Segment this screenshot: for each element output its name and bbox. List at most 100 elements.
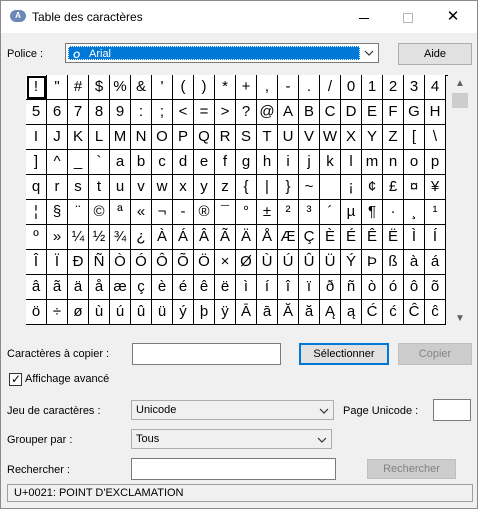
- unicode-page-input[interactable]: [433, 399, 471, 421]
- character-cell[interactable]: o: [404, 150, 425, 175]
- character-cell[interactable]: ¾: [110, 225, 131, 250]
- character-cell[interactable]: ĉ: [425, 300, 446, 325]
- character-cell[interactable]: ¢: [362, 175, 383, 200]
- character-cell[interactable]: ×: [215, 250, 236, 275]
- character-cell[interactable]: è: [152, 275, 173, 300]
- character-cell[interactable]: r: [47, 175, 68, 200]
- scroll-up-icon[interactable]: ▲: [451, 75, 469, 92]
- character-cell[interactable]: [: [404, 125, 425, 150]
- character-cell[interactable]: Ă: [278, 300, 299, 325]
- character-cell[interactable]: Ô: [152, 250, 173, 275]
- character-cell[interactable]: ¤: [404, 175, 425, 200]
- character-cell[interactable]: ÿ: [215, 300, 236, 325]
- character-cell[interactable]: [320, 175, 341, 200]
- character-cell[interactable]: ©: [89, 200, 110, 225]
- character-cell[interactable]: æ: [110, 275, 131, 300]
- character-cell[interactable]: m: [362, 150, 383, 175]
- character-cell[interactable]: ā: [257, 300, 278, 325]
- character-cell[interactable]: L: [89, 125, 110, 150]
- character-cell[interactable]: Ý: [341, 250, 362, 275]
- character-cell[interactable]: %: [110, 75, 131, 100]
- character-cell[interactable]: u: [110, 175, 131, 200]
- character-cell[interactable]: Ò: [110, 250, 131, 275]
- character-cell[interactable]: Í: [425, 225, 446, 250]
- character-cell[interactable]: Ó: [131, 250, 152, 275]
- character-cell[interactable]: 8: [89, 100, 110, 125]
- character-cell[interactable]: ´: [320, 200, 341, 225]
- character-cell[interactable]: Ú: [278, 250, 299, 275]
- character-cell[interactable]: \: [425, 125, 446, 150]
- character-cell[interactable]: ö: [26, 300, 47, 325]
- character-cell[interactable]: ~: [299, 175, 320, 200]
- character-cell[interactable]: ¨: [68, 200, 89, 225]
- character-cell[interactable]: Á: [173, 225, 194, 250]
- character-cell[interactable]: 4: [425, 75, 446, 100]
- character-cell[interactable]: T: [257, 125, 278, 150]
- character-cell[interactable]: v: [131, 175, 152, 200]
- character-cell[interactable]: ê: [194, 275, 215, 300]
- character-cell[interactable]: ^: [47, 150, 68, 175]
- character-cell[interactable]: ¦: [26, 200, 47, 225]
- character-cell[interactable]: à: [404, 250, 425, 275]
- character-cell[interactable]: C: [320, 100, 341, 125]
- character-cell[interactable]: ç: [131, 275, 152, 300]
- character-cell[interactable]: f: [215, 150, 236, 175]
- character-cell[interactable]: J: [47, 125, 68, 150]
- character-cell[interactable]: í: [257, 275, 278, 300]
- character-cell[interactable]: ć: [383, 300, 404, 325]
- character-cell[interactable]: þ: [194, 300, 215, 325]
- chevron-down-icon[interactable]: [316, 434, 328, 446]
- character-grid[interactable]: ! " # $% & '() * +, -./0 1 2 3 4 5 6 7 8 9:; < = >? @ A B C D E F G H…: [26, 75, 448, 325]
- character-cell[interactable]: !: [26, 75, 47, 100]
- character-cell[interactable]: À: [152, 225, 173, 250]
- character-cell[interactable]: ': [152, 75, 173, 100]
- character-set-dropdown[interactable]: Unicode: [131, 400, 334, 420]
- character-cell[interactable]: V: [299, 125, 320, 150]
- character-cell[interactable]: ²: [278, 200, 299, 225]
- character-cell[interactable]: j: [299, 150, 320, 175]
- character-cell[interactable]: ù: [89, 300, 110, 325]
- copy-button[interactable]: Copier: [398, 343, 472, 365]
- maximize-button[interactable]: [386, 1, 430, 33]
- character-cell[interactable]: y: [194, 175, 215, 200]
- character-cell[interactable]: ø: [68, 300, 89, 325]
- character-cell[interactable]: ò: [362, 275, 383, 300]
- character-cell[interactable]: |: [257, 175, 278, 200]
- character-cell[interactable]: 0: [341, 75, 362, 100]
- character-cell[interactable]: â: [26, 275, 47, 300]
- character-cell[interactable]: Ö: [194, 250, 215, 275]
- character-cell[interactable]: e: [194, 150, 215, 175]
- character-cell[interactable]: Ü: [320, 250, 341, 275]
- chevron-down-icon[interactable]: [318, 405, 330, 417]
- character-cell[interactable]: ®: [194, 200, 215, 225]
- character-cell[interactable]: ë: [215, 275, 236, 300]
- character-cell[interactable]: ¶: [362, 200, 383, 225]
- character-cell[interactable]: ÷: [47, 300, 68, 325]
- character-cell[interactable]: t: [89, 175, 110, 200]
- character-cell[interactable]: b: [131, 150, 152, 175]
- character-cell[interactable]: F: [383, 100, 404, 125]
- character-cell[interactable]: ±: [257, 200, 278, 225]
- character-cell[interactable]: 9: [110, 100, 131, 125]
- character-cell[interactable]: =: [194, 100, 215, 125]
- character-cell[interactable]: §: [47, 200, 68, 225]
- character-cell[interactable]: Ĉ: [404, 300, 425, 325]
- character-cell[interactable]: £: [383, 175, 404, 200]
- character-cell[interactable]: <: [173, 100, 194, 125]
- character-cell[interactable]: ·: [383, 200, 404, 225]
- character-cell[interactable]: ð: [320, 275, 341, 300]
- character-cell[interactable]: ?: [236, 100, 257, 125]
- character-cell[interactable]: ú: [110, 300, 131, 325]
- character-cell[interactable]: ñ: [341, 275, 362, 300]
- character-cell[interactable]: Ù: [257, 250, 278, 275]
- character-cell[interactable]: ": [47, 75, 68, 100]
- character-cell[interactable]: P: [173, 125, 194, 150]
- character-cell[interactable]: E: [362, 100, 383, 125]
- character-cell[interactable]: U: [278, 125, 299, 150]
- character-cell[interactable]: ó: [383, 275, 404, 300]
- character-cell[interactable]: Æ: [278, 225, 299, 250]
- character-cell[interactable]: Ð: [68, 250, 89, 275]
- character-cell[interactable]: >: [215, 100, 236, 125]
- character-cell[interactable]: ì: [236, 275, 257, 300]
- group-by-dropdown[interactable]: Tous: [131, 429, 332, 449]
